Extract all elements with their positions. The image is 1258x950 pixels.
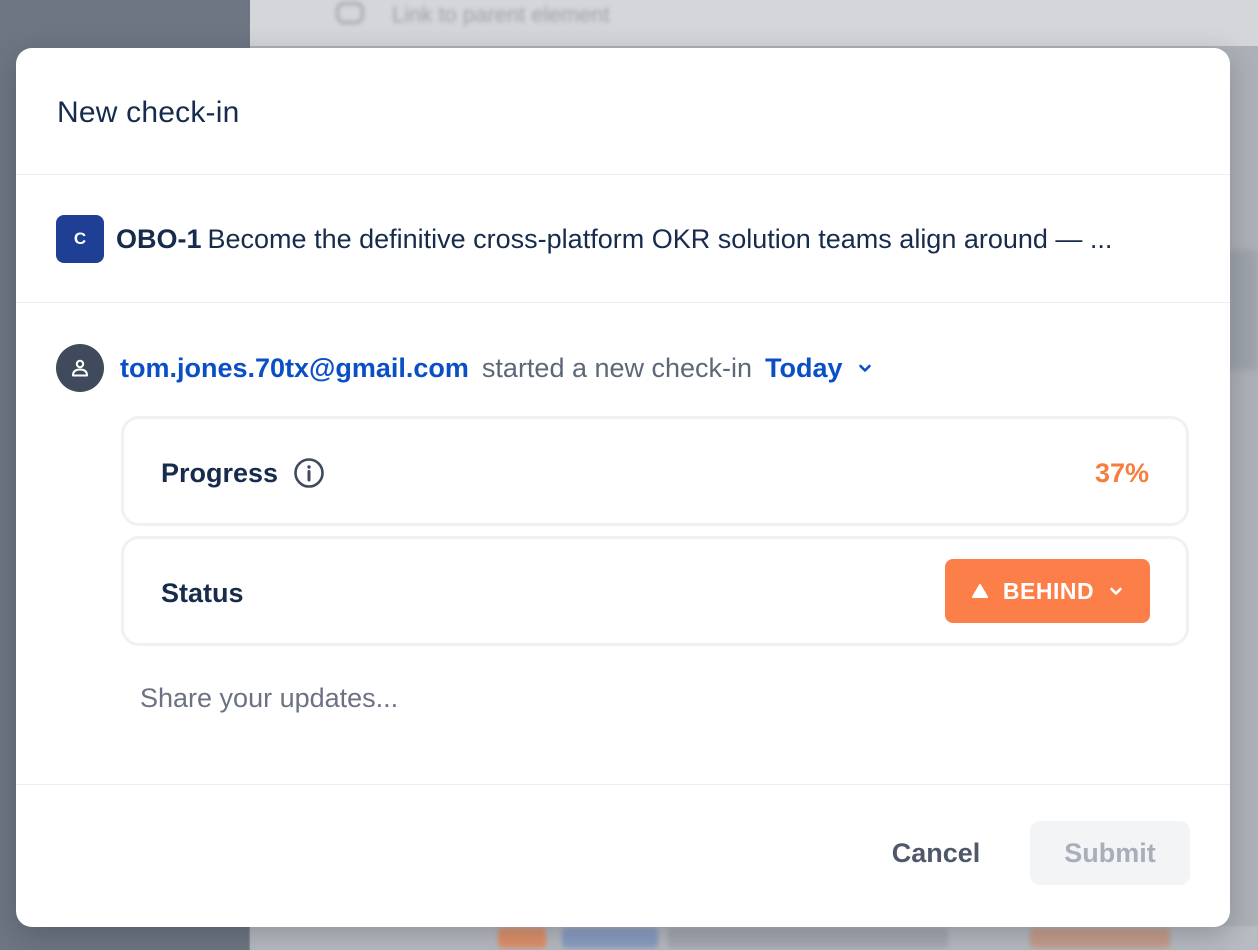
status-value: BEHIND [1002,577,1095,604]
objective-row: C OBO-1 Become the definitive cross-platf… [16,175,1230,303]
status-field: Status BEHIND [121,536,1189,646]
triangle-up-icon [971,584,988,598]
modal-footer: Cancel Submit [16,785,1230,927]
objective-title: Become the definitive cross-platform OKR… [207,224,1113,254]
status-dropdown-button[interactable]: BEHIND [945,559,1150,623]
date-dropdown[interactable]: Today [765,352,873,384]
background-chip [562,928,658,948]
checkin-section: tom.jones.70tx@gmail.com started a new c… [16,303,1230,785]
objective-text: OBO-1 Become the definitive cross-platfor… [116,223,1186,255]
checkin-author-line: tom.jones.70tx@gmail.com started a new c… [120,352,873,384]
background-right-element [1228,250,1258,370]
link-icon [336,2,364,24]
user-avatar [56,344,104,392]
new-checkin-modal: New check-in C OBO-1 Become the definitiv… [16,48,1230,927]
status-label: Status [161,578,244,608]
background-chip [668,928,948,948]
updates-input[interactable] [140,673,1190,723]
background-chip [498,928,546,948]
progress-field[interactable]: Progress 37% [121,416,1189,526]
progress-label-group: Progress [161,457,325,489]
cancel-button[interactable]: Cancel [868,821,1004,885]
objective-key: OBO-1 [116,224,202,254]
progress-label: Progress [161,458,279,488]
person-icon [72,359,88,377]
submit-button[interactable]: Submit [1030,821,1190,885]
chevron-down-icon [858,364,871,372]
user-email: tom.jones.70tx@gmail.com [120,353,469,383]
progress-value: 37% [1094,458,1149,488]
checkin-action-text: started a new check-in [481,353,753,383]
modal-title: New check-in [57,96,240,129]
background-chip [1030,928,1170,948]
modal-header: New check-in [16,48,1230,175]
objective-avatar: C [56,215,104,263]
chevron-down-icon [1110,587,1122,595]
date-dropdown-label: Today [765,353,843,383]
info-circle-icon[interactable] [293,457,325,489]
background-topbar-text: Link to parent element [392,2,610,27]
